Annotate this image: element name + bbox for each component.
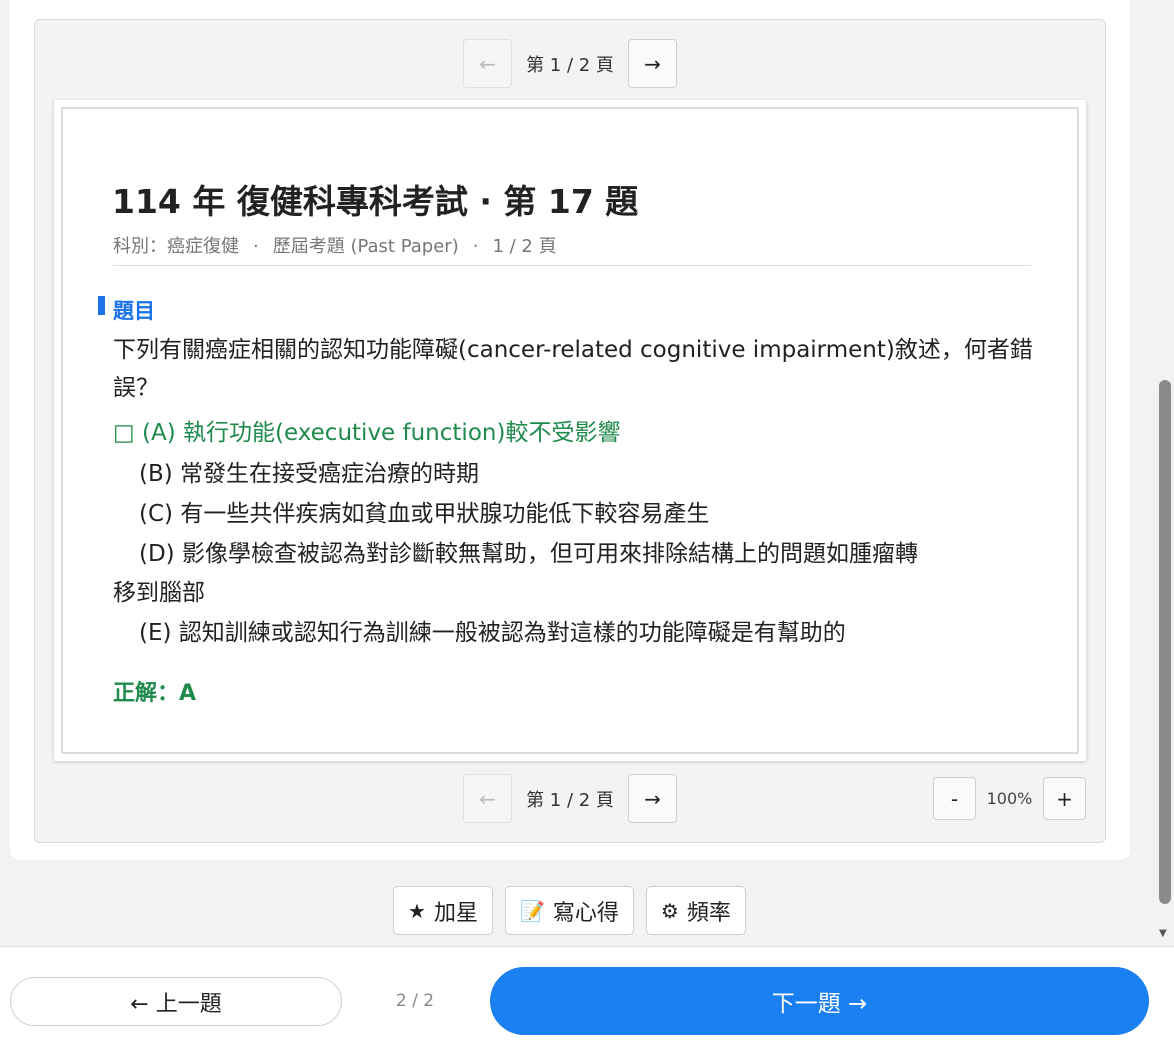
meta-separator: · [253, 236, 259, 257]
question-text: 下列有關癌症相關的認知功能障礙(cancer-related cognitive… [113, 337, 1033, 401]
section-marker [98, 296, 105, 315]
arrow-right-icon: → [644, 51, 661, 76]
frequency-label: 頻率 [686, 900, 731, 926]
document-title: 114 年 復健科專科考試 · 第 17 題 [112, 182, 639, 221]
pager-top: ← 第 1 / 2 頁 → [463, 39, 677, 88]
next-page-button[interactable]: → [628, 39, 677, 88]
option-a: □ (A) 執行功能(executive function)較不受影響 [113, 420, 621, 446]
option-d-continued: 移到腦部 [113, 579, 205, 606]
bottom-nav: ← 上一題 2 / 2 下一題 → [0, 946, 1174, 1044]
zoom-out-button[interactable]: - [933, 777, 976, 820]
scrollbar-thumb[interactable] [1159, 380, 1171, 904]
pager-bottom: ← 第 1 / 2 頁 → [463, 774, 677, 823]
arrow-left-icon: ← [479, 51, 496, 76]
section-label: 題目 [113, 299, 155, 323]
star-label: 加星 [433, 900, 478, 926]
page-indicator: 第 1 / 2 頁 [526, 789, 614, 811]
write-note-label: 寫心得 [552, 900, 619, 926]
option-d: (D) 影像學檢查被認為對診斷較無幫助，但可用來排除結構上的問題如腫瘤轉 [139, 540, 918, 567]
document-meta: 科別：癌症復健 · 歷屆考題 (Past Paper) · 1 / 2 頁 [113, 232, 557, 258]
document-page: 114 年 復健科專科考試 · 第 17 題 科別：癌症復健 · 歷屆考題 (Pas… [54, 100, 1086, 761]
previous-question-button[interactable]: ← 上一題 [10, 977, 342, 1026]
write-note-button[interactable]: 📝 寫心得 [504, 886, 634, 935]
correct-answer: 正解：A [113, 681, 197, 706]
page-indicator: 第 1 / 2 頁 [526, 54, 614, 76]
arrow-right-icon: → [644, 786, 661, 811]
memo-icon: 📝 [519, 898, 545, 923]
options-list: □ (A) 執行功能(executive function)較不受影響 (B) … [113, 413, 1043, 653]
action-chips: ★ 加星 📝 寫心得 ⚙ 頻率 [393, 886, 758, 935]
scroll-down-icon[interactable]: ▼ [1159, 928, 1167, 939]
option-e: (E) 認知訓練或認知行為訓練一般被認為對這樣的功能障礙是有幫助的 [139, 619, 846, 646]
page: ← 第 1 / 2 頁 → 114 年 復健科專科考試 · 第 17 題 科別：… [0, 0, 1174, 1044]
option-b: (B) 常發生在接受癌症治療的時期 [139, 460, 480, 487]
arrow-left-icon: ← [479, 786, 496, 811]
star-button[interactable]: ★ 加星 [393, 886, 493, 935]
meta-subject: 科別：癌症復健 [113, 236, 239, 257]
frequency-button[interactable]: ⚙ 頻率 [645, 886, 746, 935]
zoom-in-button[interactable]: + [1043, 777, 1086, 820]
divider [113, 265, 1031, 266]
document-border: 114 年 復健科專科考試 · 第 17 題 科別：癌症復健 · 歷屆考題 (Pas… [61, 107, 1079, 754]
meta-separator: · [472, 236, 479, 257]
next-page-button[interactable]: → [628, 774, 677, 823]
option-c: (C) 有一些共伴疾病如貧血或甲狀腺功能低下較容易產生 [139, 501, 710, 527]
zoom-level: 100% [986, 789, 1033, 808]
question-counter: 2 / 2 [395, 991, 435, 1011]
zoom-controls: - 100% + [933, 777, 1086, 820]
meta-page: 1 / 2 頁 [492, 236, 557, 257]
prev-page-button[interactable]: ← [463, 39, 512, 88]
gear-icon: ⚙ [660, 898, 679, 923]
star-icon: ★ [408, 898, 426, 923]
meta-source: 歷屆考題 (Past Paper) [272, 236, 459, 257]
prev-page-button[interactable]: ← [463, 774, 512, 823]
next-question-button[interactable]: 下一題 → [490, 967, 1149, 1035]
